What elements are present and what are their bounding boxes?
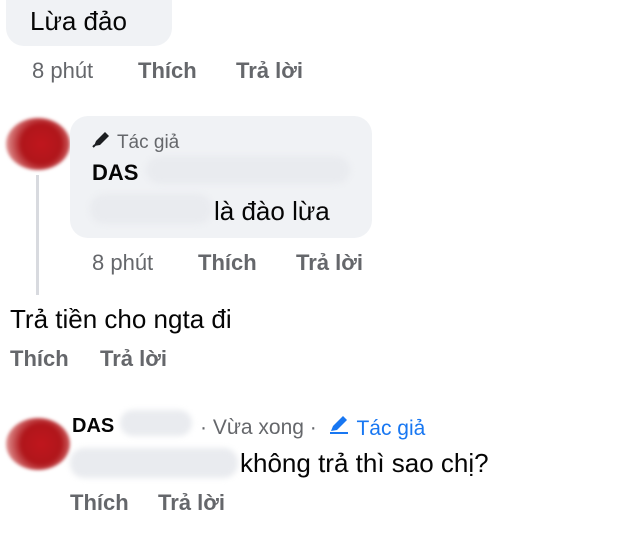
commenter-name[interactable]: DAS bbox=[72, 415, 114, 437]
avatar[interactable] bbox=[6, 118, 70, 170]
like-button[interactable]: Thích bbox=[198, 250, 257, 276]
reply-button[interactable]: Trả lời bbox=[296, 250, 363, 276]
comment-actions: 8 phút Thích Trả lời bbox=[0, 58, 640, 86]
comment-text: Lừa đảo bbox=[30, 6, 127, 36]
author-badge: Tác giả bbox=[328, 413, 425, 441]
avatar[interactable] bbox=[6, 418, 70, 470]
pen-icon bbox=[328, 413, 352, 440]
reply-time: 8 phút bbox=[92, 250, 154, 275]
like-button[interactable]: Thích bbox=[10, 346, 69, 372]
author-badge-label: Tác giả bbox=[356, 417, 426, 440]
author-badge: Tác giả bbox=[92, 130, 179, 154]
comment-time: 8 phút bbox=[32, 58, 94, 83]
reply-header: DAS bbox=[72, 414, 114, 438]
like-button[interactable]: Thích bbox=[138, 58, 197, 84]
commenter-name[interactable]: DAS bbox=[92, 160, 138, 186]
reply-actions: 8 phút Thích Trả lời bbox=[0, 250, 640, 278]
reply-time: · Vừa xong · bbox=[200, 416, 317, 439]
reply-text: là đào lừa bbox=[214, 196, 330, 226]
redacted-name bbox=[120, 410, 192, 436]
redacted-text bbox=[70, 448, 238, 478]
reply-actions: Thích Trả lời bbox=[0, 490, 640, 518]
reply-button[interactable]: Trả lời bbox=[158, 490, 225, 516]
comment-actions: Thích Trả lời bbox=[0, 346, 640, 374]
author-badge-label: Tác giả bbox=[116, 132, 180, 153]
reply-button[interactable]: Trả lời bbox=[236, 58, 303, 84]
redacted-name bbox=[146, 156, 350, 184]
redacted-text bbox=[90, 194, 212, 224]
reply-text: không trả thì sao chị? bbox=[240, 448, 489, 478]
pen-icon bbox=[92, 130, 112, 154]
comment-text: Trả tiền cho ngta đi bbox=[10, 304, 232, 334]
reply-button[interactable]: Trả lời bbox=[100, 346, 167, 372]
like-button[interactable]: Thích bbox=[70, 490, 129, 516]
